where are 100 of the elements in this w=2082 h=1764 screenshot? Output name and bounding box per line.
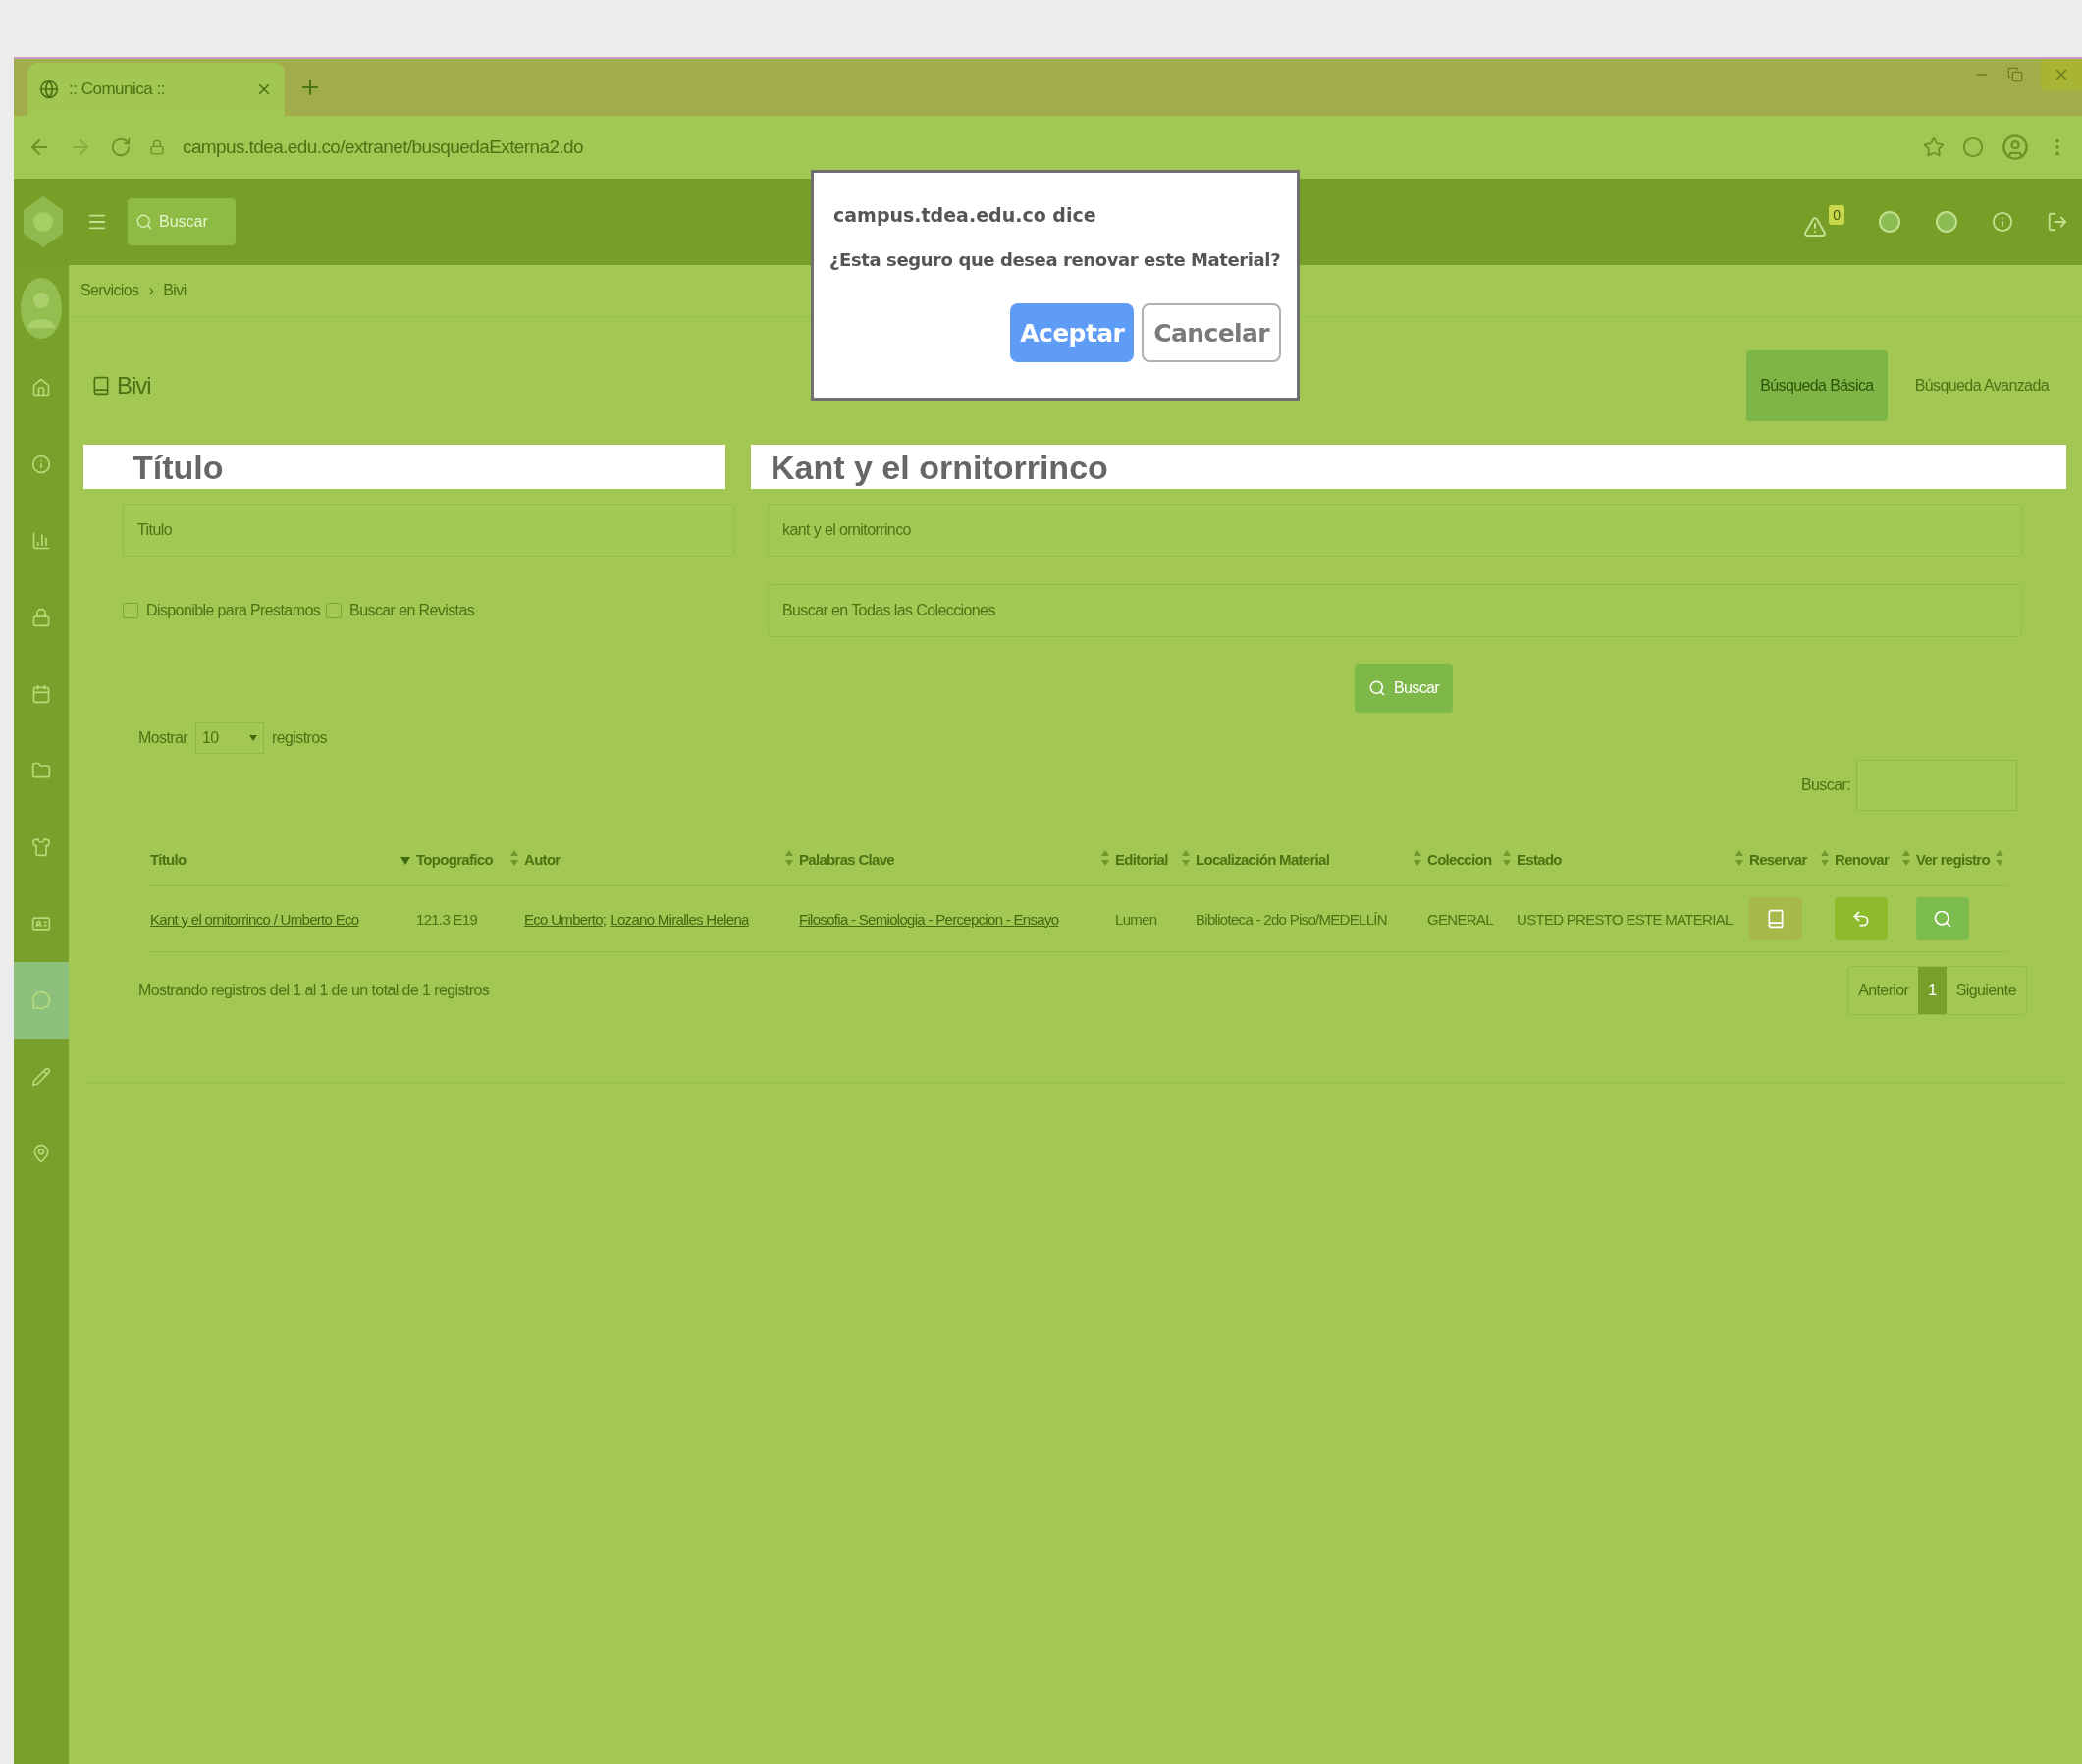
- restore-icon[interactable]: [2007, 67, 2023, 82]
- dialog-title: campus.tdea.edu.co dice: [833, 204, 1097, 226]
- column-header[interactable]: Editorial: [1113, 832, 1194, 886]
- globe-icon: [39, 80, 59, 99]
- reload-icon[interactable]: [110, 136, 132, 158]
- sort-desc-icon: [400, 856, 410, 865]
- sort-icon: [1182, 849, 1190, 866]
- collection-field[interactable]: Buscar en Todas las Colecciones: [768, 584, 2022, 637]
- column-header[interactable]: Reservar: [1747, 832, 1833, 886]
- table-cell: Biblioteca - 2do Piso/MEDELLÍN: [1194, 886, 1425, 952]
- search-icon: [1933, 909, 1952, 929]
- info-icon[interactable]: [1992, 211, 2013, 233]
- sort-icon: [785, 849, 793, 866]
- undo-icon: [1851, 909, 1871, 929]
- lock-icon: [149, 139, 165, 155]
- column-header[interactable]: Titulo: [148, 832, 414, 886]
- profile-icon[interactable]: [2002, 134, 2029, 161]
- cancel-button[interactable]: Cancelar: [1142, 303, 1281, 362]
- chat-icon: [31, 990, 51, 1010]
- title-link[interactable]: Kant y el ornitorrinco / Umberto Eco: [150, 910, 359, 928]
- search-icon: [135, 213, 153, 231]
- search-button[interactable]: Buscar: [1354, 664, 1454, 713]
- breadcrumb-item[interactable]: Servicios: [80, 282, 139, 299]
- shirt-icon: [31, 837, 51, 857]
- avatar-icon: [20, 277, 63, 340]
- checkbox[interactable]: Buscar en Revistas: [326, 602, 475, 619]
- renew-button[interactable]: [1835, 897, 1888, 940]
- search-mode-tab[interactable]: Búsqueda Avanzada: [1900, 349, 2062, 421]
- keywords-link[interactable]: Filosofia - Semiologia - Percepcion - Ensayo: [799, 910, 1059, 928]
- search-mode-tab[interactable]: Búsqueda Básica: [1746, 349, 1888, 421]
- author-link[interactable]: Eco Umberto: [524, 910, 603, 928]
- column-label: Ver registro: [1916, 850, 1990, 868]
- column-label: Titulo: [150, 850, 187, 868]
- table-cell: 121.3 E19: [414, 886, 522, 952]
- sidebar-item[interactable]: [14, 962, 69, 1039]
- breadcrumb-separator: ›: [148, 282, 154, 299]
- home-icon: [31, 378, 51, 398]
- dialog-message: ¿Esta seguro que desea renovar este Material?: [829, 249, 1281, 270]
- filter-label: Buscar:: [1800, 776, 1850, 794]
- close-window-button[interactable]: [2041, 59, 2082, 90]
- browser-tab[interactable]: :: Comunica ::: [27, 63, 285, 116]
- author-link[interactable]: Lozano Miralles Helena: [610, 910, 749, 928]
- table-cell: GENERAL: [1425, 886, 1515, 952]
- id-card-icon: [31, 914, 51, 934]
- column-header[interactable]: Estado: [1515, 832, 1747, 886]
- reserve-button[interactable]: [1749, 897, 1802, 940]
- column-header[interactable]: Renovar: [1833, 832, 1914, 886]
- field-select[interactable]: Titulo: [123, 504, 734, 557]
- column-label: Renovar: [1835, 850, 1890, 868]
- table-info: Mostrando registros del 1 al 1 de un total de 1 registros: [138, 982, 490, 999]
- map-pin-icon: [31, 1144, 51, 1163]
- accept-button[interactable]: Aceptar: [1010, 303, 1135, 362]
- column-label: Coleccion: [1427, 850, 1492, 868]
- records-label: registros: [272, 729, 327, 747]
- caret-icon: [249, 735, 258, 741]
- table-cell: Lumen: [1113, 886, 1194, 952]
- sort-icon: [1996, 849, 2003, 866]
- sort-icon: [1735, 849, 1743, 866]
- column-label: Palabras Clave: [799, 850, 894, 868]
- circle-icon[interactable]: [1935, 210, 1958, 234]
- extension-icon[interactable]: [1962, 136, 1984, 158]
- column-label: Autor: [524, 850, 561, 868]
- search-icon: [1367, 679, 1386, 697]
- calendar-icon: [31, 684, 51, 704]
- column-label: Estado: [1517, 850, 1562, 868]
- sort-icon: [1821, 849, 1829, 866]
- book-icon: [91, 375, 111, 396]
- query-field[interactable]: kant y el ornitorrinco: [768, 504, 2022, 557]
- search-field[interactable]: Buscar: [128, 198, 236, 245]
- column-header[interactable]: Autor: [522, 832, 797, 886]
- sort-icon: [1101, 849, 1109, 866]
- address-bar[interactable]: campus.tdea.edu.co/extranet/busquedaExterna2.do: [183, 136, 584, 158]
- column-header[interactable]: Topografico: [414, 832, 522, 886]
- column-header[interactable]: Localización Material: [1194, 832, 1425, 886]
- page-button[interactable]: Siguiente: [1946, 967, 2026, 1014]
- warning-icon[interactable]: [1803, 215, 1828, 239]
- chart-icon: [31, 531, 51, 551]
- alert-count-badge: 0: [1829, 205, 1844, 225]
- column-header[interactable]: Ver registro: [1914, 832, 2007, 886]
- sort-icon: [1503, 849, 1511, 866]
- view-record-button[interactable]: [1916, 897, 1969, 940]
- column-header[interactable]: Palabras Clave: [797, 832, 1113, 886]
- circle-icon[interactable]: [1878, 210, 1901, 234]
- show-label: Mostrar: [138, 729, 188, 747]
- folder-icon: [31, 761, 51, 780]
- page-button[interactable]: Anterior: [1848, 967, 1919, 1014]
- column-label: Reservar: [1749, 850, 1807, 868]
- table-cell: USTED PRESTO ESTE MATERIAL: [1515, 886, 1747, 952]
- column-header[interactable]: Coleccion: [1425, 832, 1515, 886]
- page-title: Bivi: [117, 371, 151, 400]
- page-button[interactable]: 1: [1918, 967, 1947, 1014]
- pencil-icon: [31, 1067, 51, 1087]
- sort-icon: [1902, 849, 1910, 866]
- checkbox[interactable]: Disponible para Prestamos: [123, 602, 321, 619]
- column-label: Localización Material: [1196, 850, 1330, 868]
- bookmark-star-icon[interactable]: [1923, 136, 1945, 158]
- breadcrumb-item[interactable]: Bivi: [163, 282, 187, 299]
- highlight-text: Kant y el ornitorrinco: [771, 450, 1108, 484]
- logout-icon[interactable]: [2047, 211, 2068, 233]
- page-size-select[interactable]: 10: [195, 722, 265, 754]
